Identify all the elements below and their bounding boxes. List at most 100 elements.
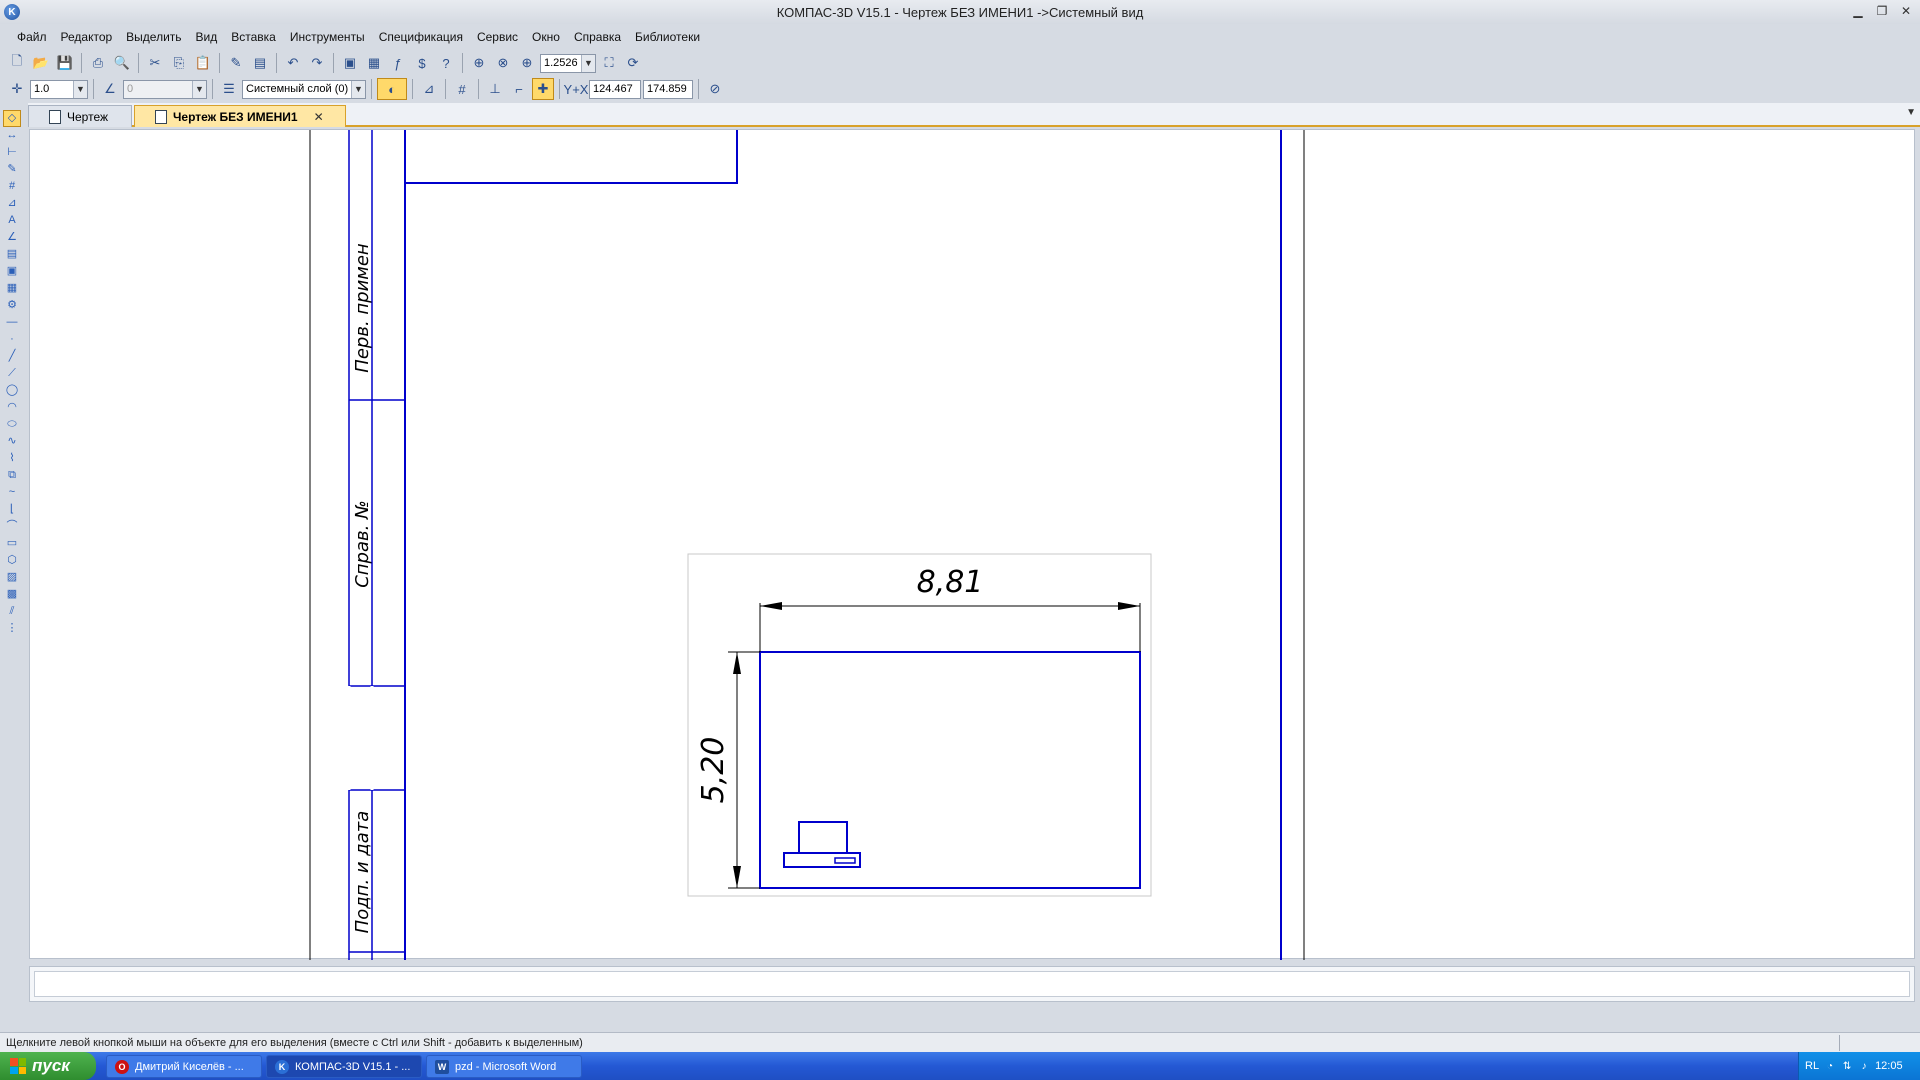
cursor-step-icon[interactable]: ✛ — [6, 78, 28, 100]
kompas-tray-icon[interactable]: ◔ — [1824, 1060, 1836, 1072]
menu-service[interactable]: Сервис — [470, 28, 525, 46]
property-panel-content[interactable] — [34, 971, 1910, 997]
chevron-down-icon[interactable]: ▼ — [581, 54, 595, 72]
menu-select[interactable]: Выделить — [119, 28, 188, 46]
equidistant-icon[interactable]: ⫽ — [3, 603, 21, 620]
chevron-down-icon[interactable]: ▼ — [351, 80, 365, 98]
bezier-icon[interactable]: ⌇ — [3, 450, 21, 467]
fill-icon[interactable]: ▩ — [3, 586, 21, 603]
copy-properties-icon[interactable]: ✎ — [225, 52, 247, 74]
minimize-button[interactable]: ▁ — [1850, 3, 1866, 19]
tab-drawing[interactable]: Чертеж — [28, 105, 132, 127]
ellipse-icon[interactable]: ⬭ — [3, 416, 21, 433]
mechanics-panel-icon[interactable]: ⚙ — [3, 297, 21, 314]
angle-icon[interactable]: ∠ — [99, 78, 121, 100]
chamfer-icon[interactable]: ⌊ — [3, 501, 21, 518]
spec-panel-icon[interactable]: ▤ — [3, 246, 21, 263]
cut-icon[interactable]: ✂ — [144, 52, 166, 74]
point-icon[interactable]: · — [3, 331, 21, 348]
step-combo[interactable]: 1.0 ▼ — [30, 79, 88, 99]
menu-tools[interactable]: Инструменты — [283, 28, 372, 46]
network-icon[interactable]: ⇅ — [1841, 1060, 1853, 1072]
dimensions-panel-icon[interactable]: ↔ — [3, 127, 21, 144]
start-button[interactable]: пуск — [0, 1052, 96, 1080]
designations-panel-icon[interactable]: ⊢ — [3, 144, 21, 161]
layer-icon[interactable]: ☰ — [218, 78, 240, 100]
help-pointer-icon[interactable]: ? — [435, 52, 457, 74]
show-all-icon[interactable]: ⛶ — [598, 52, 620, 74]
restore-button[interactable]: ❐ — [1874, 3, 1890, 19]
redo-icon[interactable]: ↷ — [306, 52, 328, 74]
paste-icon[interactable]: 📋 — [192, 52, 214, 74]
dimension-height-label[interactable]: 5,20 — [696, 737, 731, 804]
reports-panel-icon[interactable]: ▣ — [3, 263, 21, 280]
chevron-down-icon[interactable]: ▼ — [192, 80, 206, 98]
stop-command-icon[interactable]: ⊘ — [704, 78, 726, 100]
dimension-width-label[interactable]: 8,81 — [917, 565, 984, 600]
arc-icon[interactable]: ◠ — [3, 399, 21, 416]
print-preview-icon[interactable]: 🔍 — [111, 52, 133, 74]
taskbar-item-kompas[interactable]: K КОМПАС-3D V15.1 - ... — [266, 1055, 422, 1078]
variables-icon[interactable]: ƒ — [387, 52, 409, 74]
parametrization-panel-icon[interactable]: # — [3, 178, 21, 195]
close-icon[interactable]: ✕ — [314, 110, 324, 124]
chevron-down-icon[interactable]: ▼ — [73, 80, 87, 98]
print-icon[interactable]: ⎙ — [87, 52, 109, 74]
menu-editor[interactable]: Редактор — [54, 28, 120, 46]
menu-insert[interactable]: Вставка — [224, 28, 283, 46]
menu-file[interactable]: Файл — [10, 28, 54, 46]
insert-panel-icon[interactable]: ▦ — [3, 280, 21, 297]
copy-icon[interactable]: ⎘ — [168, 52, 190, 74]
editing-panel-icon[interactable]: ✎ — [3, 161, 21, 178]
polyline-icon[interactable]: ∿ — [3, 433, 21, 450]
properties-icon[interactable]: ▤ — [249, 52, 271, 74]
tab-drawing-unnamed[interactable]: Чертеж БЕЗ ИМЕНИ1 ✕ — [134, 105, 346, 127]
spline-icon[interactable]: ~ — [3, 484, 21, 501]
open-file-icon[interactable]: 📂 — [30, 52, 52, 74]
menu-view[interactable]: Вид — [189, 28, 225, 46]
grid-icon[interactable]: # — [451, 78, 473, 100]
panel-more-icon[interactable]: ⋮ — [3, 620, 21, 637]
local-cs-icon[interactable]: ⊥ — [484, 78, 506, 100]
library-manager-icon[interactable]: ▦ — [363, 52, 385, 74]
auxiliary-line-icon[interactable]: ╱ — [3, 348, 21, 365]
kompas-app-icon[interactable]: K — [4, 4, 20, 20]
coordinate-x-field[interactable]: 124.467 — [589, 79, 641, 99]
language-indicator[interactable]: RL — [1805, 1060, 1819, 1072]
angle-combo[interactable]: 0 ▼ — [123, 79, 207, 99]
zoom-combo[interactable]: 1.2526 ▼ — [540, 53, 596, 73]
hatch-icon[interactable]: ▨ — [3, 569, 21, 586]
contour-icon[interactable]: ⧉ — [3, 467, 21, 484]
close-button[interactable]: ✕ — [1898, 3, 1914, 19]
drawing-canvas[interactable]: Перв. примен Справ. № Подп. и дата 8,81 … — [29, 129, 1915, 960]
associative-views-icon[interactable]: ∠ — [3, 229, 21, 246]
save-icon[interactable]: 💾 — [54, 52, 76, 74]
circle-icon[interactable]: ◯ — [3, 382, 21, 399]
fillet-icon[interactable]: ⌒ — [3, 518, 21, 535]
zoom-scale-icon[interactable]: ⊗ — [492, 52, 514, 74]
coordinate-y-field[interactable]: 174.859 — [643, 79, 693, 99]
snap-magnet-icon[interactable]: ◐ — [377, 78, 407, 100]
menu-libraries[interactable]: Библиотеки — [628, 28, 707, 46]
undo-icon[interactable]: ↶ — [282, 52, 304, 74]
segment-icon[interactable]: ⟋ — [3, 365, 21, 382]
zoom-in-icon[interactable]: ⊕ — [516, 52, 538, 74]
taskbar-item-browser[interactable]: O Дмитрий Киселёв - ... — [106, 1055, 262, 1078]
zoom-window-icon[interactable]: ⊕ — [468, 52, 490, 74]
measure-icon[interactable]: $ — [411, 52, 433, 74]
menu-specification[interactable]: Спецификация — [372, 28, 470, 46]
new-document-icon[interactable]: 🗋 — [6, 52, 28, 74]
menu-window[interactable]: Окно — [525, 28, 567, 46]
view-area[interactable] — [687, 553, 1152, 897]
layer-combo[interactable]: Системный слой (0) ▼ — [242, 79, 366, 99]
menu-help[interactable]: Справка — [567, 28, 628, 46]
polygon-icon[interactable]: ⬡ — [3, 552, 21, 569]
refresh-icon[interactable]: ⟳ — [622, 52, 644, 74]
ortho-mode-icon[interactable]: ⌐ — [508, 78, 530, 100]
volume-icon[interactable]: ♪ — [1858, 1060, 1870, 1072]
tabs-dropdown-icon[interactable]: ▼ — [1906, 107, 1916, 118]
taskbar-item-word[interactable]: W pzd - Microsoft Word — [426, 1055, 582, 1078]
round-coordinates-icon[interactable]: ✚ — [532, 78, 554, 100]
geometry-panel-icon[interactable]: ◇ — [3, 110, 21, 127]
manager-icon[interactable]: ▣ — [339, 52, 361, 74]
